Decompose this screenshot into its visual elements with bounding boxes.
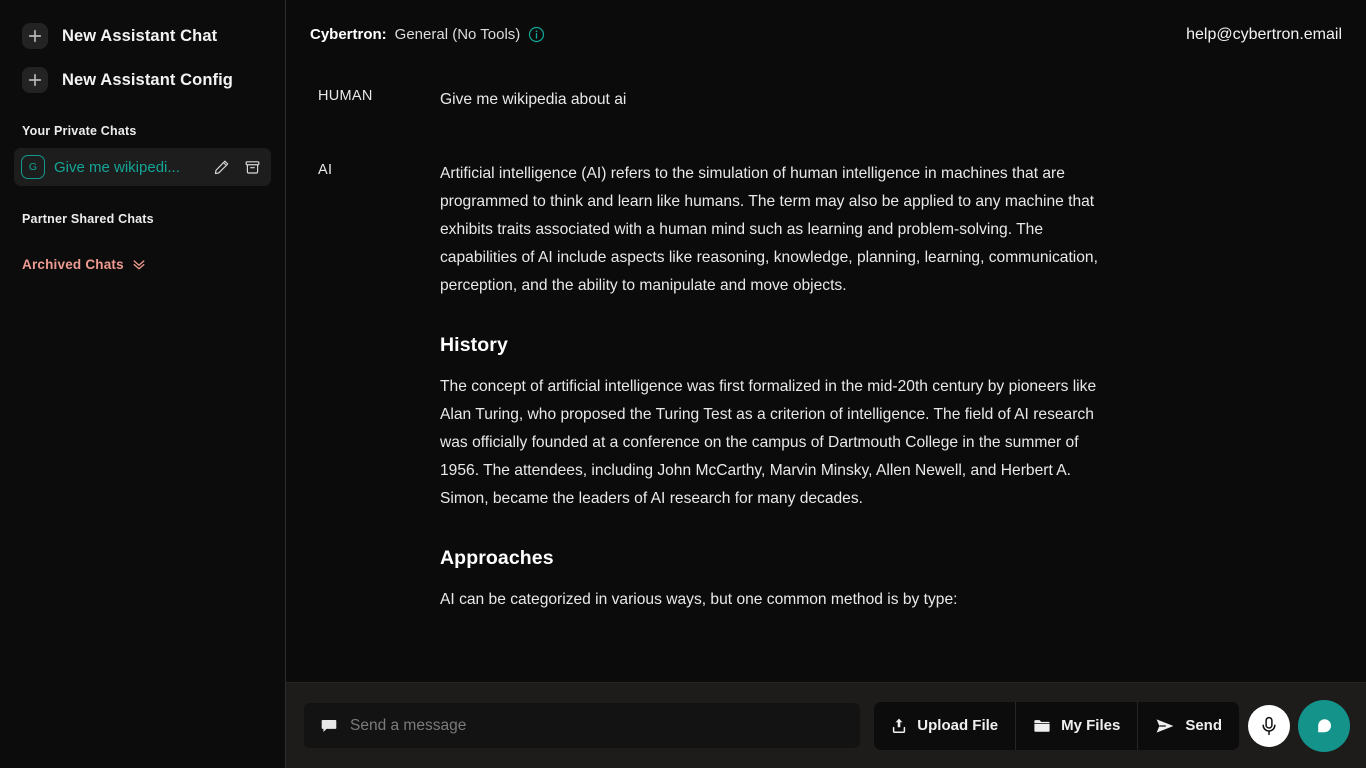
microphone-button[interactable] bbox=[1248, 704, 1290, 747]
message-ai: AI Artificial intelligence (AI) refers t… bbox=[286, 160, 1366, 614]
upload-file-label: Upload File bbox=[917, 717, 999, 734]
message-role-label: AI bbox=[318, 162, 333, 178]
folder-icon bbox=[1033, 718, 1051, 734]
info-circle-icon[interactable] bbox=[528, 26, 545, 43]
new-assistant-chat-label: New Assistant Chat bbox=[62, 26, 218, 45]
composer-actions: Upload File My Files Send bbox=[874, 701, 1239, 750]
message-paragraph: Give me wikipedia about ai bbox=[440, 91, 627, 108]
message-input-placeholder: Send a message bbox=[350, 716, 467, 734]
conversation-thread: HUMAN Give me wikipedia about ai AI Arti… bbox=[286, 72, 1366, 682]
new-assistant-config-button[interactable]: New Assistant Config bbox=[0, 62, 285, 98]
new-assistant-config-label: New Assistant Config bbox=[62, 70, 233, 89]
message-human: HUMAN Give me wikipedia about ai bbox=[286, 86, 1366, 114]
assistant-selector[interactable]: Cybertron: General (No Tools) bbox=[310, 26, 545, 43]
message-role-label: HUMAN bbox=[318, 88, 373, 104]
section-body-history: The concept of artificial intelligence w… bbox=[440, 378, 1097, 507]
message-input[interactable]: Send a message bbox=[304, 703, 861, 748]
archived-chats-toggle[interactable]: Archived Chats bbox=[0, 256, 285, 272]
avatar: G bbox=[21, 155, 45, 179]
main-panel: Cybertron: General (No Tools) help@cyber… bbox=[286, 0, 1366, 768]
my-files-label: My Files bbox=[1061, 717, 1121, 734]
upload-file-button[interactable]: Upload File bbox=[874, 701, 1017, 750]
section-heading-history: History bbox=[440, 334, 508, 356]
chat-bubble-icon bbox=[1312, 714, 1336, 738]
composer-bar: Send a message Upload File My Files Send bbox=[286, 682, 1366, 768]
section-body-approaches: AI can be categorized in various ways, b… bbox=[440, 591, 958, 608]
section-heading-approaches: Approaches bbox=[440, 547, 554, 569]
archive-icon[interactable] bbox=[241, 156, 263, 178]
plus-icon bbox=[22, 67, 48, 93]
chat-item-title: Give me wikipedi... bbox=[54, 158, 180, 176]
top-bar: Cybertron: General (No Tools) help@cyber… bbox=[286, 0, 1366, 72]
message-content: Give me wikipedia about ai bbox=[440, 86, 1100, 114]
speech-bubble-icon bbox=[320, 717, 338, 735]
my-files-button[interactable]: My Files bbox=[1016, 701, 1139, 750]
message-content: Artificial intelligence (AI) refers to t… bbox=[440, 160, 1100, 614]
pencil-icon[interactable] bbox=[210, 156, 232, 178]
chevron-double-down-icon bbox=[131, 256, 147, 272]
microphone-icon bbox=[1256, 713, 1282, 739]
new-assistant-chat-button[interactable]: New Assistant Chat bbox=[0, 18, 285, 54]
send-button[interactable]: Send bbox=[1138, 702, 1239, 750]
paper-plane-icon bbox=[1155, 718, 1175, 734]
app-window: New Assistant Chat New Assistant Config … bbox=[0, 0, 1366, 768]
upload-icon bbox=[891, 717, 907, 734]
assistant-name: Cybertron: bbox=[310, 26, 387, 43]
sidebar: New Assistant Chat New Assistant Config … bbox=[0, 0, 286, 768]
plus-icon bbox=[22, 23, 48, 49]
assistant-mode: General (No Tools) bbox=[394, 26, 521, 43]
message-paragraph: Artificial intelligence (AI) refers to t… bbox=[440, 165, 1098, 294]
private-chats-heading: Your Private Chats bbox=[22, 124, 137, 138]
chat-list-item[interactable]: G Give me wikipedi... bbox=[14, 148, 271, 186]
partner-chats-heading: Partner Shared Chats bbox=[22, 212, 154, 226]
archived-chats-label: Archived Chats bbox=[22, 256, 124, 272]
chat-bubble-fab[interactable] bbox=[1298, 699, 1350, 752]
send-label: Send bbox=[1185, 717, 1222, 734]
account-email[interactable]: help@cybertron.email bbox=[1186, 26, 1342, 44]
